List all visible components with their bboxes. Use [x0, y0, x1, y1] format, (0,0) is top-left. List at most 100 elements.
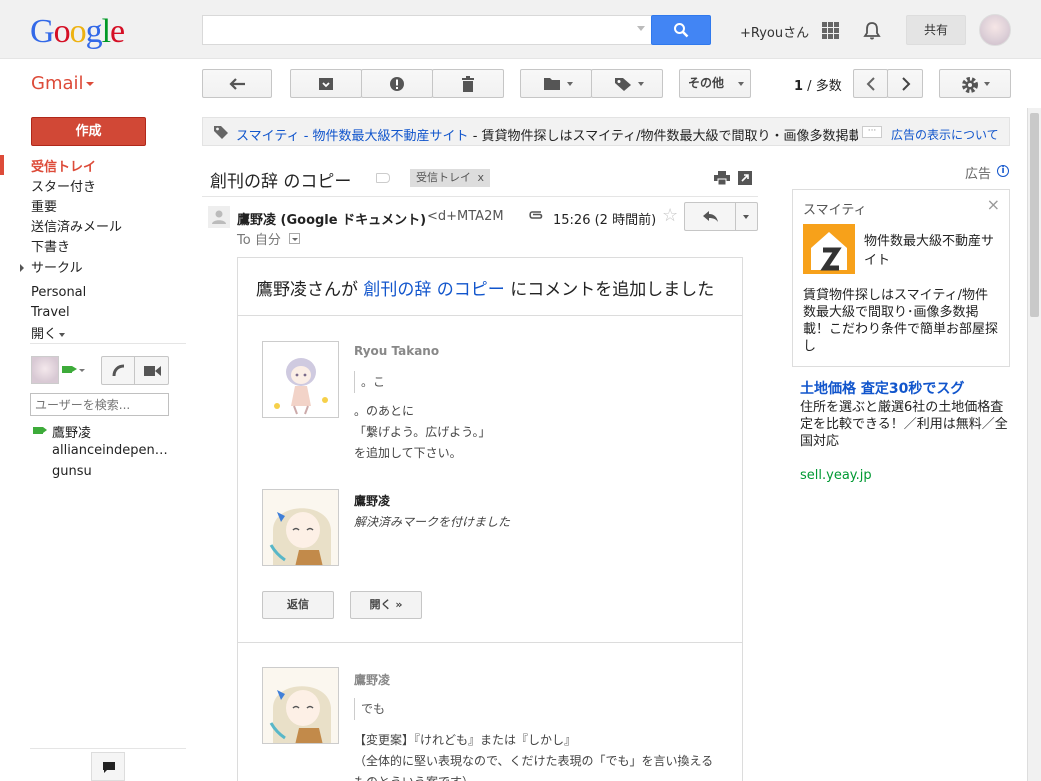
ad-sponsor-link[interactable]: スマイティ [236, 129, 300, 144]
commenter-avatar [262, 489, 339, 566]
open-document-button[interactable]: 開く » [350, 591, 422, 619]
reply-comment-button[interactable]: 返信 [262, 591, 334, 619]
comment-author: 鷹野凌 [354, 494, 391, 508]
sender-email: <d+MTA2M [427, 209, 504, 224]
star-icon[interactable]: ☆ [662, 205, 678, 226]
logo-letter: G [30, 13, 55, 50]
close-icon[interactable]: × [987, 195, 1000, 214]
more-button[interactable]: その他 [679, 69, 751, 98]
chevron-down-icon [984, 82, 990, 86]
chat-search-input[interactable] [30, 393, 169, 416]
phone-call-button[interactable] [101, 356, 135, 385]
tag-icon [214, 126, 228, 139]
info-icon[interactable]: i [997, 165, 1009, 177]
contact-item[interactable]: gunsu [52, 464, 170, 479]
share-button[interactable]: 共有 [906, 15, 966, 45]
back-arrow-icon [229, 78, 245, 90]
video-call-button[interactable] [134, 356, 169, 385]
google-logo[interactable]: Google [30, 13, 125, 51]
sidebar-item-important[interactable]: 重要 [31, 196, 57, 215]
sidebar-item-drafts[interactable]: 下書き [31, 236, 70, 255]
ad-headline-link[interactable]: 物件数最大級不動産サイト [313, 129, 469, 144]
older-button[interactable] [887, 69, 923, 98]
label-chip-inbox[interactable]: 受信トレイ x [410, 169, 490, 187]
settings-button[interactable] [939, 69, 1011, 98]
video-status-icon [33, 427, 43, 434]
compose-button[interactable]: 作成 [31, 117, 146, 146]
advertiser-logo [803, 224, 855, 274]
ad-text-line[interactable]: スマイティ - 物件数最大級不動産サイト - 賃貸物件探しはスマイティ/物件数最… [236, 125, 858, 144]
divider [238, 315, 742, 316]
reply-options-button[interactable] [735, 202, 758, 231]
chevron-down-icon[interactable] [79, 369, 85, 372]
sidebar-item-starred[interactable]: スター付き [31, 176, 96, 195]
archive-icon [319, 78, 333, 90]
chevron-down-icon [738, 82, 744, 86]
message-time: 15:26 (2 時間前) [553, 213, 657, 228]
account-avatar[interactable] [979, 14, 1011, 46]
chevron-down-icon [86, 82, 94, 86]
contact-item[interactable]: allianceindependence [52, 443, 170, 458]
email-body: 鷹野凌さんが 創刊の辞 のコピー にコメントを追加しました Ryou Takan… [237, 257, 743, 781]
search-icon [674, 23, 689, 38]
expand-arrow-icon[interactable] [20, 264, 24, 272]
scrollbar-thumb[interactable] [1030, 113, 1039, 317]
sidebar-item-personal[interactable]: Personal [31, 285, 86, 300]
anime-avatar-image [263, 490, 338, 565]
sidebar-item-travel[interactable]: Travel [31, 305, 70, 320]
email-headline: 鷹野凌さんが 創刊の辞 のコピー にコメントを追加しました [256, 275, 714, 300]
sidebar-item-inbox[interactable]: 受信トレイ [31, 156, 96, 175]
new-window-icon[interactable] [738, 171, 752, 185]
labels-button[interactable] [591, 69, 663, 98]
remove-label-button[interactable]: x [477, 169, 484, 187]
ads-label: 広告 [965, 167, 992, 182]
delete-button[interactable] [432, 69, 504, 98]
apps-grid-icon[interactable] [822, 22, 839, 39]
move-to-button[interactable] [520, 69, 592, 98]
search-options-caret[interactable] [637, 26, 645, 31]
page-total: / 多数 [803, 79, 842, 94]
reply-button[interactable] [684, 202, 736, 231]
sidebar-item-more[interactable]: 開く [31, 323, 66, 342]
gear-icon [962, 77, 978, 93]
video-status-icon-lens [43, 427, 47, 433]
sidebar-item-label: 開く [31, 327, 58, 342]
back-button[interactable] [202, 69, 272, 98]
chevron-down-icon [743, 215, 749, 219]
archive-button[interactable] [290, 69, 362, 98]
sidebar-item-circles[interactable]: サークル [31, 257, 83, 276]
chat-bubble-icon [103, 762, 115, 773]
print-icon[interactable] [714, 171, 730, 185]
comment-author: 鷹野凌 [354, 673, 391, 687]
chat-button[interactable] [91, 752, 125, 781]
bell-icon[interactable] [862, 21, 882, 41]
report-spam-icon [390, 77, 404, 91]
show-details-button[interactable] [289, 233, 300, 244]
about-ads-link[interactable]: 広告の表示について [891, 126, 999, 143]
comment-quote: 。こ [354, 371, 385, 393]
sender-name[interactable]: 鷹野凌 (Google ドキュメント) [237, 209, 426, 228]
ad-card-headline[interactable]: 物件数最大級不動産サイト [864, 232, 1004, 270]
top-bar: Google +Ryouさん 共有 [0, 0, 1041, 59]
newer-button[interactable] [853, 69, 888, 98]
sidebar-item-sent[interactable]: 送信済みメール [31, 216, 122, 235]
logo-letter: g [85, 13, 103, 50]
chat-avatar[interactable] [31, 356, 59, 384]
tag-icon [615, 78, 631, 91]
commenter-avatar [262, 667, 339, 744]
sender-avatar[interactable] [208, 206, 230, 228]
text-ad-title[interactable]: 土地価格 査定30秒でスグ [800, 378, 964, 398]
ad-expand-button[interactable]: ··· [862, 126, 882, 138]
report-spam-button[interactable] [361, 69, 433, 98]
user-profile-link[interactable]: +Ryouさん [740, 22, 809, 41]
contact-item[interactable]: 鷹野凌 [52, 422, 170, 441]
text-ad-url[interactable]: sell.yeay.jp [800, 468, 872, 483]
document-link[interactable]: 創刊の辞 のコピー [363, 280, 504, 300]
gmail-menu[interactable]: Gmail [31, 73, 84, 94]
scrollbar[interactable] [1027, 108, 1041, 781]
importance-marker-icon[interactable] [376, 173, 390, 183]
search-input[interactable] [202, 15, 652, 45]
sponsored-ad-card[interactable]: スマイティ × 物件数最大級不動産サイト 賃貸物件探しはスマイティ/物件数最大級… [792, 189, 1010, 367]
recipient-line: To 自分 [237, 233, 281, 248]
search-button[interactable] [651, 15, 711, 45]
